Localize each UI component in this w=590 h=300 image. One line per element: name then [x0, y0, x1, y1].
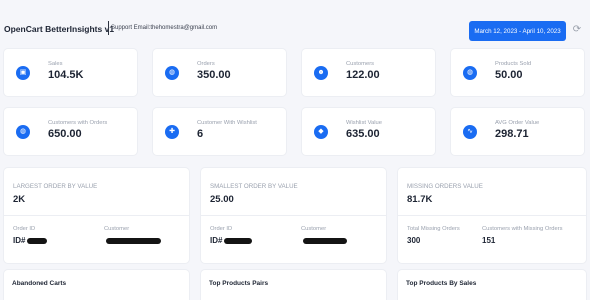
user-plus-icon: ✚ — [165, 125, 179, 139]
customer-label: Customer — [301, 226, 327, 232]
stat-value: 650.00 — [48, 128, 82, 140]
redacted-mark — [27, 237, 48, 244]
section-title: Abandoned Carts — [12, 280, 67, 287]
stat-value: 104.5K — [48, 69, 84, 81]
order-id-value: ID# — [210, 236, 253, 245]
stat-label: AVG Order Value — [495, 120, 540, 126]
stat-card-sales: ▣ Sales 104.5K — [4, 49, 137, 96]
redacted-mark — [106, 237, 161, 244]
redacted-mark — [303, 237, 347, 244]
order-id-prefix: ID# — [210, 236, 223, 245]
section-title: Top Products Pairs — [209, 280, 269, 287]
order-id-label: Order ID — [210, 226, 233, 232]
stat-value: 50.00 — [495, 69, 523, 81]
stat-label: Customers — [346, 61, 375, 67]
stat-card-avg-order-value: ∿ AVG Order Value 298.71 — [451, 108, 584, 155]
total-missing-value: 300 — [407, 236, 421, 245]
header: OpenCart BetterInsights v1 Support Email… — [0, 0, 590, 48]
stat-label: Customers with Orders — [48, 120, 108, 126]
largest-order-card: LARGEST ORDER BY VALUE 2K Order ID ID# C… — [4, 168, 189, 263]
customer-value — [301, 236, 347, 245]
top-products-pairs-section: Top Products Pairs — [201, 270, 386, 300]
card-label: MISSING ORDERS VALUE — [407, 183, 483, 190]
stat-card-wishlist-value: ◆ Wishlist Value 635.00 — [302, 108, 435, 155]
order-id-prefix: ID# — [13, 236, 26, 245]
stat-label: Orders — [197, 61, 215, 67]
customers-missing-label: Customers with Missing Orders — [482, 226, 563, 232]
refresh-icon[interactable]: ⟳ — [571, 24, 583, 36]
card-label: SMALLEST ORDER BY VALUE — [210, 183, 298, 190]
total-missing-label: Total Missing Orders — [407, 226, 460, 232]
stat-card-customer-wishlist: ✚ Customer With Wishlist 6 — [153, 108, 286, 155]
shopping-bag-icon: ▣ — [16, 66, 30, 80]
title-divider — [108, 21, 109, 35]
activity-icon: ∿ — [463, 125, 477, 139]
abandoned-carts-section: Abandoned Carts — [4, 270, 189, 300]
date-range-button[interactable]: March 12, 2023 - April 10, 2023 — [469, 21, 566, 41]
card-value: 2K — [13, 194, 26, 205]
stat-value: 635.00 — [346, 128, 380, 140]
card-label: LARGEST ORDER BY VALUE — [13, 183, 98, 190]
stat-card-customers-with-orders: ◍ Customers with Orders 650.00 — [4, 108, 137, 155]
stat-label: Products Sold — [495, 61, 532, 67]
order-id-label: Order ID — [13, 226, 36, 232]
stat-value: 298.71 — [495, 128, 529, 140]
stat-value: 122.00 — [346, 69, 380, 81]
divider — [398, 215, 586, 216]
card-value: 81.7K — [407, 194, 433, 205]
top-products-by-sales-section: Top Products By Sales — [398, 270, 586, 300]
cart-icon: ◍ — [463, 66, 477, 80]
customer-value — [104, 236, 161, 245]
cart-icon: ◍ — [165, 66, 179, 80]
stat-card-orders: ◍ Orders 350.00 — [153, 49, 286, 96]
users-icon: ☻ — [314, 66, 328, 80]
order-id-value: ID# — [13, 236, 48, 245]
divider — [4, 215, 189, 216]
stat-card-products-sold: ◍ Products Sold 50.00 — [451, 49, 584, 96]
stat-card-customers: ☻ Customers 122.00 — [302, 49, 435, 96]
card-value: 25.00 — [210, 194, 234, 205]
redacted-mark — [224, 237, 253, 244]
stat-value: 6 — [197, 128, 204, 140]
stat-value: 350.00 — [197, 69, 231, 81]
stat-label: Wishlist Value — [346, 120, 382, 126]
customer-label: Customer — [104, 226, 130, 232]
divider — [201, 215, 386, 216]
missing-orders-card: MISSING ORDERS VALUE 81.7K Total Missing… — [398, 168, 586, 263]
stat-label: Customer With Wishlist — [197, 120, 257, 126]
cart-icon: ◍ — [16, 125, 30, 139]
app-title: OpenCart BetterInsights v1 — [4, 24, 115, 34]
stat-label: Sales — [48, 61, 63, 67]
section-title: Top Products By Sales — [406, 280, 477, 287]
customers-missing-value: 151 — [482, 236, 496, 245]
smallest-order-card: SMALLEST ORDER BY VALUE 25.00 Order ID I… — [201, 168, 386, 263]
support-email: Support Email:thehomestra@gmail.com — [111, 25, 218, 31]
tag-icon: ◆ — [314, 125, 328, 139]
